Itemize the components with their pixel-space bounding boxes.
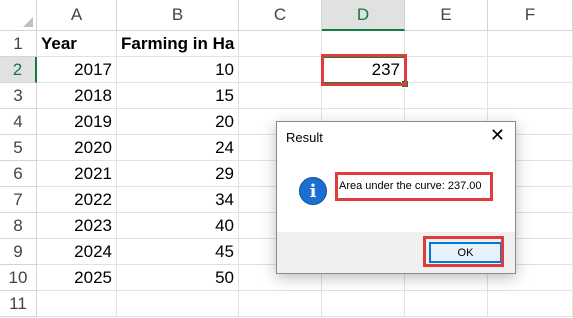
row-header-5[interactable]: 5 bbox=[0, 135, 37, 161]
cell-e2[interactable] bbox=[405, 57, 488, 83]
cell-c11[interactable] bbox=[239, 291, 322, 317]
cell-a10[interactable]: 2025 bbox=[37, 265, 117, 291]
row-header-8[interactable]: 8 bbox=[0, 213, 37, 239]
row-header-4[interactable]: 4 bbox=[0, 109, 37, 135]
cell-c1[interactable] bbox=[239, 31, 322, 57]
row-header-3[interactable]: 3 bbox=[0, 83, 37, 109]
active-cell-outline bbox=[321, 56, 406, 84]
info-icon: i bbox=[299, 177, 327, 205]
cell-b1[interactable]: Farming in Ha bbox=[117, 31, 239, 57]
row-header-10[interactable]: 10 bbox=[0, 265, 37, 291]
cell-b4[interactable]: 20 bbox=[117, 109, 239, 135]
row-header-6[interactable]: 6 bbox=[0, 161, 37, 187]
cell-b9[interactable]: 45 bbox=[117, 239, 239, 265]
cell-b5[interactable]: 24 bbox=[117, 135, 239, 161]
dialog-footer: OK bbox=[277, 232, 515, 273]
cell-a4[interactable]: 2019 bbox=[37, 109, 117, 135]
dialog-title: Result bbox=[286, 130, 323, 145]
cell-b10[interactable]: 50 bbox=[117, 265, 239, 291]
cell-b8[interactable]: 40 bbox=[117, 213, 239, 239]
column-header-d[interactable]: D bbox=[322, 0, 405, 31]
cell-b3[interactable]: 15 bbox=[117, 83, 239, 109]
select-all-triangle-icon bbox=[23, 17, 33, 27]
cell-f11[interactable] bbox=[488, 291, 573, 317]
dialog-body: i Area under the curve: 237.00 bbox=[277, 153, 515, 231]
cell-b7[interactable]: 34 bbox=[117, 187, 239, 213]
row-header-1[interactable]: 1 bbox=[0, 31, 37, 57]
result-dialog: Result ✕ i Area under the curve: 237.00 … bbox=[276, 121, 516, 274]
row-header-7[interactable]: 7 bbox=[0, 187, 37, 213]
cell-f1[interactable] bbox=[488, 31, 573, 57]
cell-a6[interactable]: 2021 bbox=[37, 161, 117, 187]
cell-e1[interactable] bbox=[405, 31, 488, 57]
cell-a7[interactable]: 2022 bbox=[37, 187, 117, 213]
cell-a11[interactable] bbox=[37, 291, 117, 317]
cell-a1[interactable]: Year bbox=[37, 31, 117, 57]
cell-a8[interactable]: 2023 bbox=[37, 213, 117, 239]
cell-b11[interactable] bbox=[117, 291, 239, 317]
ok-button[interactable]: OK bbox=[429, 242, 502, 263]
row-header-2[interactable]: 2 bbox=[0, 57, 37, 83]
column-header-e[interactable]: E bbox=[405, 0, 488, 31]
column-header-b[interactable]: B bbox=[117, 0, 239, 31]
cell-c3[interactable] bbox=[239, 83, 322, 109]
cell-d11[interactable] bbox=[322, 291, 405, 317]
row-header-11[interactable]: 11 bbox=[0, 291, 37, 317]
fill-handle[interactable] bbox=[401, 80, 409, 88]
cell-a9[interactable]: 2024 bbox=[37, 239, 117, 265]
cell-d3[interactable] bbox=[322, 83, 405, 109]
cell-b6[interactable]: 29 bbox=[117, 161, 239, 187]
cell-e11[interactable] bbox=[405, 291, 488, 317]
cell-f3[interactable] bbox=[488, 83, 573, 109]
cell-a3[interactable]: 2018 bbox=[37, 83, 117, 109]
select-all-corner[interactable] bbox=[0, 0, 37, 31]
cell-d1[interactable] bbox=[322, 31, 405, 57]
cell-b2[interactable]: 10 bbox=[117, 57, 239, 83]
close-icon[interactable]: ✕ bbox=[490, 125, 505, 146]
column-header-f[interactable]: F bbox=[488, 0, 573, 31]
cell-c2[interactable] bbox=[239, 57, 322, 83]
cell-a5[interactable]: 2020 bbox=[37, 135, 117, 161]
row-header-9[interactable]: 9 bbox=[0, 239, 37, 265]
cell-e3[interactable] bbox=[405, 83, 488, 109]
dialog-message: Area under the curve: 237.00 bbox=[339, 180, 482, 192]
cell-f2[interactable] bbox=[488, 57, 573, 83]
column-header-a[interactable]: A bbox=[37, 0, 117, 31]
cell-a2[interactable]: 2017 bbox=[37, 57, 117, 83]
column-header-c[interactable]: C bbox=[239, 0, 322, 31]
